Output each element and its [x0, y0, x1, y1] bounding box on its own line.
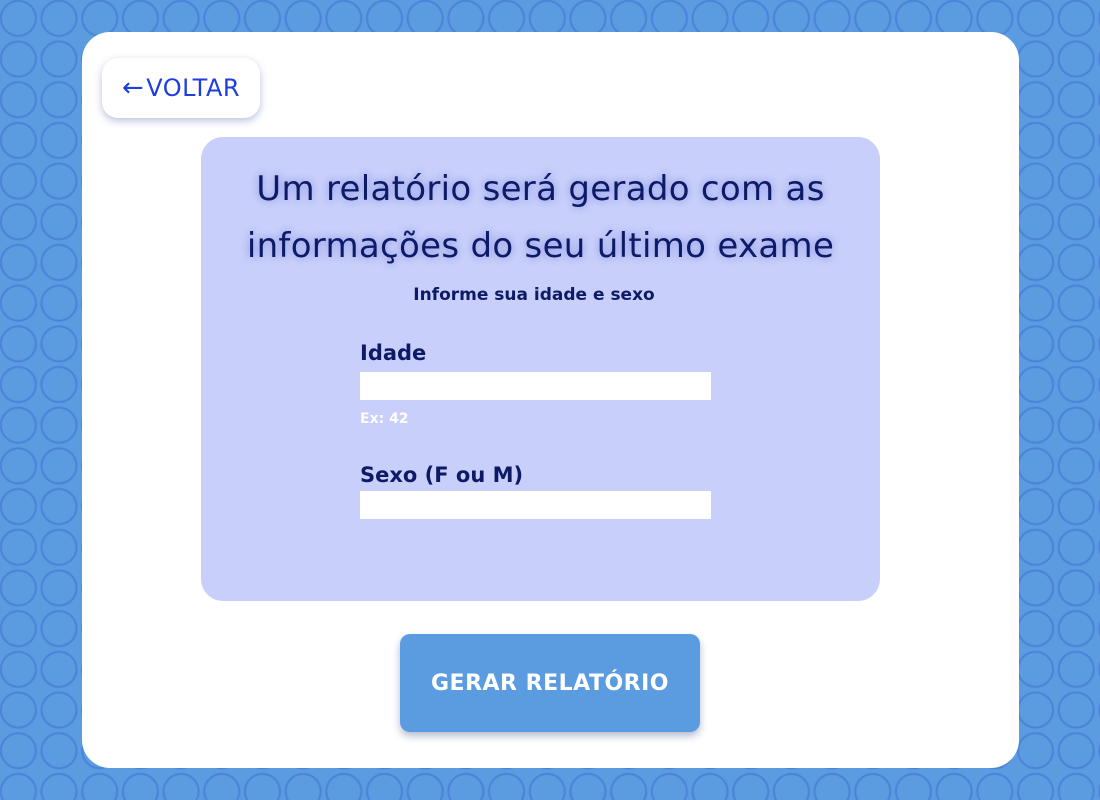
- age-label: Idade: [360, 341, 427, 365]
- back-button[interactable]: ← VOLTAR: [102, 58, 260, 118]
- age-input[interactable]: [360, 372, 711, 400]
- arrow-left-icon: ←: [121, 73, 145, 103]
- main-card: ← VOLTAR Um relatório será gerado com as…: [82, 32, 1019, 768]
- generate-report-button[interactable]: GERAR RELATÓRIO: [400, 634, 700, 732]
- page-title: Um relatório será gerado com as informaç…: [246, 169, 835, 266]
- form-instructions: Informe sua idade e sexo: [413, 285, 655, 305]
- form-panel: Um relatório será gerado com as informaç…: [201, 137, 880, 601]
- age-hint: Ex: 42: [360, 411, 409, 427]
- sex-input[interactable]: [360, 491, 711, 519]
- sex-label: Sexo (F ou M): [360, 463, 524, 487]
- back-button-label: VOLTAR: [146, 74, 241, 102]
